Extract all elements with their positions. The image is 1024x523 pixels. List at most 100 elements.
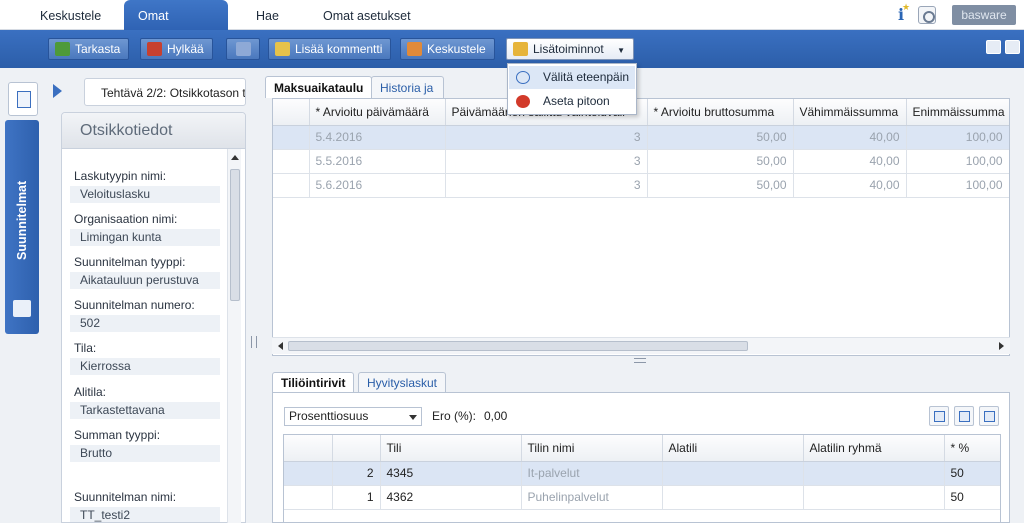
table-row[interactable]: 5.5.2016 3 50,00 40,00 100,00 [273, 149, 1009, 174]
scroll-right-icon[interactable] [999, 342, 1004, 350]
nav-tab-hae[interactable]: Hae [242, 0, 293, 30]
menu-item-hold-label: Aseta pitoon [543, 94, 610, 108]
table-cell: 2 [332, 461, 381, 486]
field-amount-type: Summan tyyppi: Brutto [70, 428, 226, 462]
scroll-up-icon[interactable] [231, 155, 239, 160]
field-label: Laskutyypin nimi: [74, 169, 167, 183]
star-icon: ★ [902, 2, 911, 12]
column-header[interactable]: Tili [380, 435, 522, 462]
column-header[interactable]: Alatilin ryhmä [803, 435, 945, 462]
table-cell: 50 [944, 461, 1000, 486]
nav-tab-omat-asetukset[interactable]: Omat asetukset [309, 0, 425, 30]
expand-arrow-icon[interactable] [50, 82, 64, 100]
table-cell: 1 [332, 485, 381, 510]
field-plan-type: Suunnitelman tyyppi: Aikatauluun perustu… [70, 255, 226, 289]
table-cell: 5.5.2016 [309, 149, 446, 174]
more-actions-button[interactable]: Lisätoiminnot ▼ [506, 38, 634, 60]
nav-tab-keskustele[interactable]: Keskustele [26, 0, 115, 30]
table-cell: 40,00 [793, 173, 907, 198]
vertical-splitter[interactable] [251, 336, 257, 348]
column-header[interactable]: Vähimmäissumma [793, 99, 907, 126]
table-cell: 50,00 [647, 125, 794, 150]
field-value: Kierrossa [70, 358, 220, 375]
field-value: Brutto [70, 445, 220, 462]
tab-history-comments[interactable]: Historia ja kommentit [371, 76, 445, 117]
table-cell [273, 149, 310, 174]
coding-panel: Prosenttiosuus Ero (%): 0,00 Tili Tilin … [272, 392, 1010, 523]
panel-header: Otsikkotiedot [62, 113, 245, 149]
tab-credit-notes[interactable]: Hyvityslaskut [358, 372, 447, 392]
hold-icon [516, 95, 530, 108]
logout-icon[interactable] [918, 6, 936, 24]
table-cell [273, 125, 310, 150]
table-cell: 50 [944, 485, 1000, 510]
document-icon[interactable] [8, 82, 38, 116]
column-header[interactable] [284, 435, 333, 462]
field-organization: Organisaation nimi: Limingan kunta [70, 212, 226, 246]
table-header-row: * Arvioitu päivämäärä Päivämäärien salli… [273, 99, 1009, 126]
header-info-panel: Otsikkotiedot Laskutyypin nimi: Veloitus… [61, 112, 246, 523]
column-header[interactable]: Enimmäissumma [906, 99, 1009, 126]
menu-item-forward[interactable]: Välitä eteenpäin [509, 66, 635, 89]
check-button[interactable]: Tarkasta [48, 38, 130, 60]
flag-button[interactable] [226, 38, 260, 60]
column-header[interactable]: * % [944, 435, 1000, 462]
vertical-tab-strip: Suunnitelmat [5, 78, 40, 334]
copy-row-icon[interactable] [954, 406, 974, 426]
column-header[interactable]: * Arvioitu päivämäärä [309, 99, 446, 126]
table-cell [284, 485, 333, 510]
reject-button[interactable]: Hylkää [140, 38, 213, 60]
more-actions-button-label: Lisätoiminnot [533, 42, 604, 56]
table-cell: 40,00 [793, 125, 907, 150]
column-header[interactable] [332, 435, 381, 462]
table-cell: 100,00 [906, 125, 1009, 150]
horizontal-splitter[interactable] [634, 358, 646, 363]
tab-payment-schedule[interactable]: Maksuaikataulu [265, 76, 373, 98]
discuss-button[interactable]: Keskustele [400, 38, 495, 60]
column-header[interactable]: Alatili [662, 435, 804, 462]
field-label: Tila: [74, 341, 97, 355]
table-row[interactable]: 1 4362 Puhelinpalvelut 50 [284, 485, 1000, 510]
column-header[interactable] [273, 99, 310, 126]
top-navigation: Keskustele Omat tehtävät Hae Omat asetuk… [0, 0, 1024, 55]
tab-coding-rows[interactable]: Tiliöintirivit [272, 372, 355, 392]
discuss-button-label: Keskustele [427, 42, 486, 56]
table-row[interactable]: 5.6.2016 3 50,00 40,00 100,00 [273, 173, 1009, 198]
horizontal-scrollbar[interactable] [272, 337, 1010, 354]
scroll-thumb[interactable] [288, 341, 748, 351]
table-row[interactable]: 5.4.2016 3 50,00 40,00 100,00 [273, 125, 1009, 150]
field-value: Aikatauluun perustuva [70, 272, 220, 289]
table-cell: 50,00 [647, 173, 794, 198]
layout-icon[interactable] [986, 40, 1001, 54]
flag-icon [236, 42, 251, 56]
menu-item-hold[interactable]: Aseta pitoon [509, 90, 635, 113]
add-comment-button[interactable]: Lisää kommentti [268, 38, 392, 60]
maximize-icon[interactable] [1005, 40, 1020, 54]
table-cell [273, 173, 310, 198]
scroll-left-icon[interactable] [278, 342, 283, 350]
field-substatus: Alitila: Tarkastettavana [70, 385, 226, 419]
left-panel-scrollbar[interactable] [227, 149, 241, 523]
row-settings-icon[interactable] [979, 406, 999, 426]
add-comment-button-label: Lisää kommentti [295, 42, 383, 56]
vertical-tab-plans[interactable]: Suunnitelmat [5, 120, 39, 334]
add-row-icon[interactable] [929, 406, 949, 426]
table-cell: 4362 [380, 485, 522, 510]
table-cell [803, 461, 945, 486]
check-icon [55, 42, 70, 56]
field-plan-number: Suunnitelman numero: 502 [70, 298, 226, 332]
table-row[interactable]: 2 4345 It-palvelut 50 [284, 461, 1000, 486]
field-plan-name: Suunnitelman nimi: TT_testi2 [70, 490, 226, 522]
field-value: Limingan kunta [70, 229, 220, 246]
column-header[interactable]: * Arvioitu bruttosumma [647, 99, 794, 126]
scroll-thumb[interactable] [230, 169, 240, 301]
check-button-label: Tarkasta [75, 42, 121, 56]
forward-icon [516, 71, 530, 84]
nav-tab-omat-tehtavat[interactable]: Omat tehtävät [124, 0, 228, 55]
payment-schedule-grid: * Arvioitu päivämäärä Päivämäärien salli… [272, 98, 1010, 356]
column-header[interactable]: Tilin nimi [521, 435, 663, 462]
chevron-down-icon [409, 415, 417, 420]
field-label: Suunnitelman nimi: [74, 490, 177, 504]
coding-mode-select[interactable]: Prosenttiosuus [284, 407, 422, 426]
table-cell [662, 485, 804, 510]
